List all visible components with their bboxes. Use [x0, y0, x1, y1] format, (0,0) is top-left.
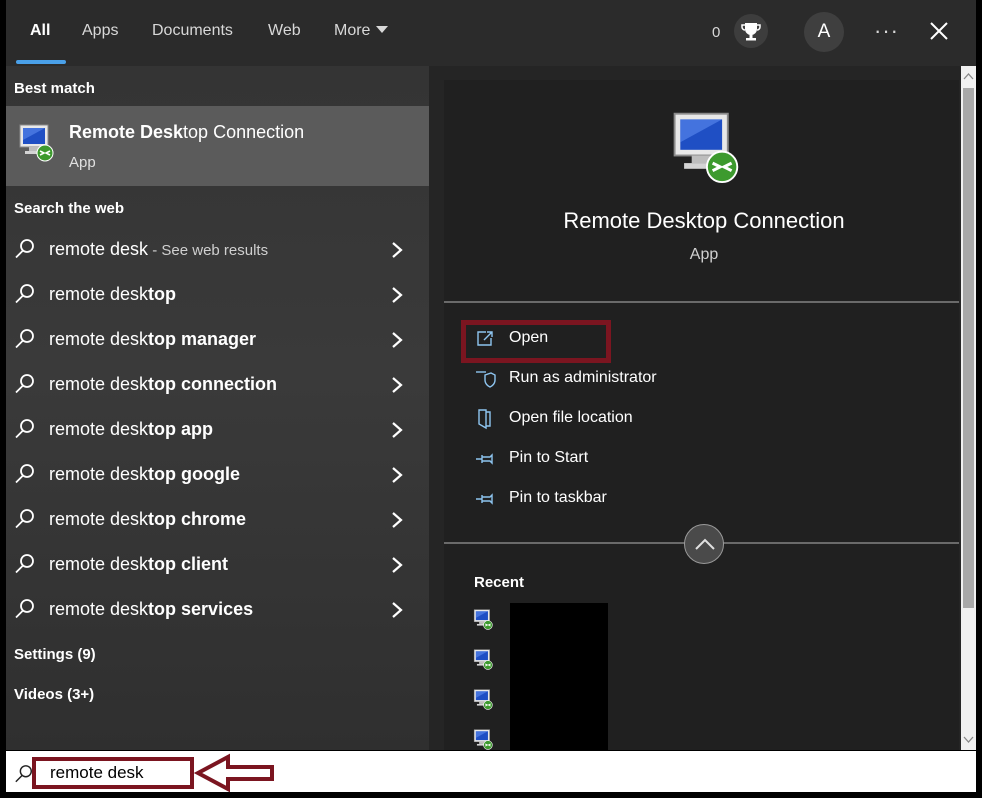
web-suggestion-item[interactable]: remote desktop app [6, 408, 429, 452]
search-input[interactable] [32, 757, 194, 789]
chevron-right-icon[interactable] [390, 465, 404, 485]
best-match-title: Remote Desktop Connection [69, 122, 305, 142]
search-icon [14, 418, 36, 440]
search-icon [14, 553, 36, 575]
web-suggestion-item[interactable]: remote desktop google [6, 453, 429, 497]
open-file-location-action[interactable]: Open file location [474, 405, 774, 433]
scroll-up-icon[interactable] [961, 70, 976, 84]
top-navigation-bar: All Apps Documents Web More 0 A ··· [6, 0, 976, 66]
redacted-recent-names [510, 603, 608, 750]
web-suggestion-item[interactable]: remote desktop [6, 273, 429, 317]
web-suggestion-item[interactable]: remote desktop connection [6, 363, 429, 407]
folder-icon [478, 409, 491, 430]
search-icon [14, 373, 36, 395]
shield-icon [476, 371, 496, 388]
suggestion-text: remote desktop google [49, 464, 241, 484]
videos-heading[interactable]: Videos (3+) [14, 686, 94, 703]
remote-desktop-icon[interactable] [472, 728, 494, 750]
search-bar [6, 751, 976, 793]
search-icon [15, 765, 32, 783]
pin-icon [476, 453, 493, 465]
suggestion-text: remote desktop manager [49, 329, 257, 349]
chevron-up-icon [695, 538, 715, 550]
pin-to-start-action[interactable]: Pin to Start [474, 445, 774, 473]
tab-more-label: More [334, 22, 371, 39]
suggestion-text: remote desktop connection [49, 374, 278, 394]
caret-down-icon [376, 26, 389, 33]
suggestion-text: remote desktop chrome [49, 509, 247, 529]
chevron-right-icon[interactable] [390, 420, 404, 440]
pin-to-taskbar-action[interactable]: Pin to taskbar [474, 485, 774, 513]
scrollbar[interactable] [961, 66, 976, 750]
trophy-icon[interactable] [734, 14, 768, 48]
preview-pane: Remote Desktop Connection App Open Run a… [444, 80, 959, 750]
recent-heading: Recent [474, 574, 525, 591]
close-icon[interactable] [928, 20, 950, 42]
tab-web[interactable]: Web [268, 22, 301, 40]
chevron-right-icon[interactable] [390, 375, 404, 395]
search-icon [14, 238, 36, 260]
suggestion-text: remote desktop services [49, 599, 254, 619]
web-suggestion-item[interactable]: remote desktop services [6, 588, 429, 632]
search-icon [14, 598, 36, 620]
scroll-down-icon[interactable] [961, 732, 976, 746]
chevron-right-icon[interactable] [390, 285, 404, 305]
annotation-arrow-icon [194, 753, 274, 793]
active-tab-indicator [16, 60, 66, 64]
rewards-points: 0 [712, 24, 721, 41]
remote-desktop-icon[interactable] [472, 608, 494, 630]
search-icon [14, 508, 36, 530]
pin-to-start-label: Pin to Start [509, 449, 589, 466]
search-icon [14, 328, 36, 350]
pin-icon [476, 493, 493, 505]
app-type: App [689, 246, 719, 263]
chevron-right-icon[interactable] [390, 510, 404, 530]
open-file-location-label: Open file location [509, 409, 633, 426]
best-match-heading: Best match [14, 80, 95, 97]
chevron-right-icon[interactable] [390, 330, 404, 350]
remote-desktop-icon[interactable] [472, 648, 494, 670]
account-avatar[interactable]: A [804, 12, 844, 52]
open-highlight-box [461, 320, 611, 363]
chevron-right-icon[interactable] [390, 240, 404, 260]
tab-more[interactable]: More [334, 22, 389, 40]
results-pane: Best match Remote Desktop Connection App… [6, 66, 429, 750]
tab-all[interactable]: All [30, 22, 50, 40]
suggestion-text: remote desktop app [49, 419, 214, 439]
run-as-admin-action[interactable]: Run as administrator [474, 365, 774, 393]
app-title: Remote Desktop Connection [563, 208, 845, 233]
suggestion-text: remote desktop client [49, 554, 229, 574]
scroll-thumb[interactable] [963, 88, 974, 608]
suggestion-text: remote desktop [49, 284, 177, 304]
web-suggestion-item[interactable]: remote desktop manager [6, 318, 429, 362]
settings-heading[interactable]: Settings (9) [14, 646, 96, 663]
web-suggestion-item[interactable]: remote desktop chrome [6, 498, 429, 542]
suggestion-text: remote desk - See web results [49, 239, 269, 259]
run-as-admin-label: Run as administrator [509, 369, 657, 386]
chevron-right-icon[interactable] [390, 555, 404, 575]
search-window: All Apps Documents Web More 0 A ··· Best… [6, 0, 976, 750]
remote-desktop-icon [16, 122, 56, 162]
divider [444, 301, 959, 303]
remote-desktop-icon[interactable] [472, 688, 494, 710]
chevron-right-icon[interactable] [390, 600, 404, 620]
best-match-item[interactable]: Remote Desktop Connection App [6, 106, 429, 186]
search-icon [14, 463, 36, 485]
more-options-icon[interactable]: ··· [874, 18, 899, 44]
remote-desktop-icon [666, 108, 744, 184]
best-match-type: App [69, 154, 96, 171]
search-web-heading: Search the web [14, 200, 125, 217]
search-icon [14, 283, 36, 305]
tab-documents[interactable]: Documents [152, 22, 233, 40]
pin-to-taskbar-label: Pin to taskbar [509, 489, 607, 506]
web-suggestion-item[interactable]: remote desktop client [6, 543, 429, 587]
collapse-button[interactable] [684, 524, 724, 564]
tab-apps[interactable]: Apps [82, 22, 118, 40]
web-suggestion-item[interactable]: remote desk - See web results [6, 228, 429, 272]
